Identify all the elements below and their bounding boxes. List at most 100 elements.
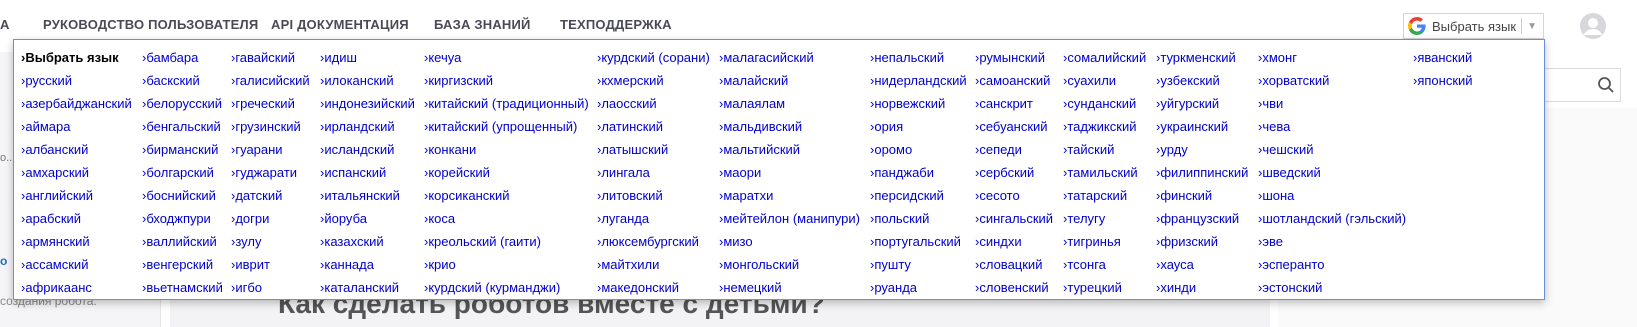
language-option[interactable]: идиш [320, 46, 415, 69]
language-option[interactable]: корейский [424, 161, 589, 184]
language-option[interactable]: непальский [870, 46, 967, 69]
language-option[interactable]: турецкий [1063, 276, 1146, 299]
language-option[interactable]: фризский [1156, 230, 1248, 253]
language-option[interactable]: санскрит [975, 92, 1053, 115]
language-option[interactable]: коса [424, 207, 589, 230]
language-option[interactable]: лингала [597, 161, 710, 184]
nav-item-truncated[interactable]: А [0, 17, 9, 32]
language-option[interactable]: словенский [975, 276, 1053, 299]
language-option[interactable]: игбо [231, 276, 310, 299]
language-option[interactable]: сомалийский [1063, 46, 1146, 69]
language-option[interactable]: урду [1156, 138, 1248, 161]
language-option[interactable]: эстонский [1258, 276, 1406, 299]
language-option[interactable]: тамильский [1063, 161, 1146, 184]
language-option[interactable]: русский [21, 69, 132, 92]
language-option[interactable]: кхмерский [597, 69, 710, 92]
language-option[interactable]: креольский (гаити) [424, 230, 589, 253]
language-option[interactable]: шведский [1258, 161, 1406, 184]
language-option[interactable]: ория [870, 115, 967, 138]
language-option[interactable]: кечуа [424, 46, 589, 69]
language-option[interactable]: хауса [1156, 253, 1248, 276]
language-option[interactable]: каталанский [320, 276, 415, 299]
language-option[interactable]: словацкий [975, 253, 1053, 276]
language-option[interactable]: нидерландский [870, 69, 966, 92]
language-option[interactable]: вьетнамский [142, 276, 223, 299]
language-option[interactable]: датский [231, 184, 310, 207]
language-option[interactable]: зулу [231, 230, 310, 253]
nav-item-knowledge-base[interactable]: БАЗА ЗНАНИЙ [434, 17, 531, 32]
language-option[interactable]: мизо [719, 230, 860, 253]
language-option[interactable]: белорусский [142, 92, 223, 115]
google-translate-select[interactable]: Выбрать язык ▼ [1403, 13, 1544, 39]
language-option[interactable]: шотландский (гэльский) [1258, 207, 1406, 230]
language-option[interactable]: малаялам [719, 92, 860, 115]
language-option[interactable]: хорватский [1258, 69, 1406, 92]
language-option-selected[interactable]: Выбрать язык [21, 46, 132, 69]
language-option[interactable]: бенгальский [142, 115, 223, 138]
language-option[interactable]: литовский [597, 184, 710, 207]
language-option[interactable]: гавайский [231, 46, 310, 69]
language-option[interactable]: туркменский [1156, 46, 1248, 69]
language-option[interactable]: узбекский [1156, 69, 1248, 92]
language-option[interactable]: яванский [1413, 46, 1473, 69]
language-option[interactable]: йоруба [320, 207, 415, 230]
language-option[interactable]: галисийский [231, 69, 309, 92]
language-option[interactable]: луганда [597, 207, 710, 230]
language-option[interactable]: маратхи [719, 184, 860, 207]
language-option[interactable]: бамбара [142, 46, 223, 69]
language-option[interactable]: азербайджанский [21, 92, 131, 115]
language-option[interactable]: украинский [1156, 115, 1248, 138]
language-option[interactable]: крио [424, 253, 589, 276]
nav-item-support[interactable]: ТЕХПОДДЕРЖКА [560, 17, 672, 32]
language-option[interactable]: руанда [870, 276, 967, 299]
language-option[interactable]: гуджарати [231, 161, 310, 184]
language-option[interactable]: армянский [21, 230, 132, 253]
language-option[interactable]: хинди [1156, 276, 1248, 299]
language-option[interactable]: сесото [975, 184, 1053, 207]
language-option[interactable]: албанский [21, 138, 132, 161]
user-avatar-icon[interactable] [1580, 13, 1606, 39]
language-option[interactable]: мальдивский [719, 115, 860, 138]
language-option[interactable]: панджаби [870, 161, 967, 184]
language-option[interactable]: синдхи [975, 230, 1053, 253]
language-option[interactable]: бходжпури [142, 207, 223, 230]
language-option[interactable]: португальский [870, 230, 967, 253]
language-option[interactable]: греческий [231, 92, 310, 115]
language-option[interactable]: английский [21, 184, 132, 207]
language-option[interactable]: монгольский [719, 253, 860, 276]
language-option[interactable]: арабский [21, 207, 132, 230]
language-option[interactable]: боснийский [142, 184, 223, 207]
language-option[interactable]: эве [1258, 230, 1406, 253]
language-option[interactable]: гуарани [231, 138, 310, 161]
language-option[interactable]: себуанский [975, 115, 1053, 138]
language-option[interactable]: румынский [975, 46, 1053, 69]
language-option[interactable]: немецкий [719, 276, 860, 299]
language-option[interactable]: чви [1258, 92, 1406, 115]
language-option[interactable]: малагасийский [719, 46, 860, 69]
language-option[interactable]: болгарский [142, 161, 223, 184]
language-option[interactable]: мальтийский [719, 138, 860, 161]
language-option[interactable]: норвежский [870, 92, 967, 115]
language-option[interactable]: испанский [320, 161, 415, 184]
search-icon[interactable] [1597, 76, 1615, 94]
language-option[interactable]: пушту [870, 253, 967, 276]
language-option[interactable]: тигринья [1063, 230, 1146, 253]
language-option[interactable]: латышский [597, 138, 710, 161]
language-option[interactable]: хмонг [1258, 46, 1406, 69]
language-option[interactable]: курдский (курманджи) [424, 276, 589, 299]
language-option[interactable]: финский [1156, 184, 1248, 207]
nav-item-api-docs[interactable]: API ДОКУМЕНТАЦИЯ [271, 17, 409, 32]
language-option[interactable]: китайский (упрощенный) [424, 115, 589, 138]
language-option[interactable]: киргизский [424, 69, 589, 92]
nav-item-user-guide[interactable]: РУКОВОДСТВО ПОЛЬЗОВАТЕЛЯ [43, 17, 258, 32]
language-option[interactable]: уйгурский [1156, 92, 1248, 115]
language-option[interactable]: майтхили [597, 253, 710, 276]
language-option[interactable]: аймара [21, 115, 132, 138]
language-option[interactable]: бирманский [142, 138, 223, 161]
language-option[interactable]: тайский [1063, 138, 1146, 161]
language-option[interactable]: тсонга [1063, 253, 1146, 276]
language-option[interactable]: сингальский [975, 207, 1053, 230]
language-option[interactable]: самоанский [975, 69, 1053, 92]
language-option[interactable]: индонезийский [320, 92, 415, 115]
language-option[interactable]: маори [719, 161, 860, 184]
